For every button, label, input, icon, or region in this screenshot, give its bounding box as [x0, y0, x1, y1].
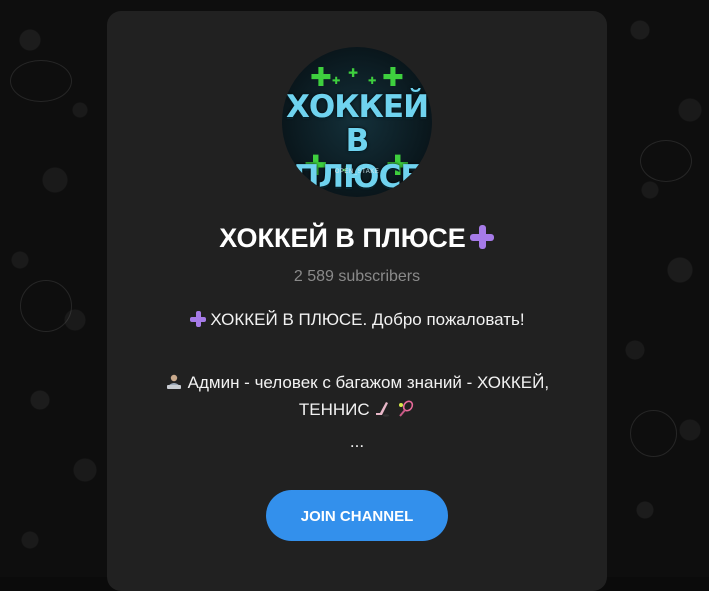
- avatar-title-line1: ХОККЕЙ: [285, 89, 429, 125]
- purple-plus-icon: [189, 310, 207, 328]
- wallpaper-doodle: [20, 280, 72, 332]
- avatar-caption: OPEN_STAKE: [334, 169, 380, 175]
- purple-plus-icon: [469, 224, 495, 250]
- wallpaper-doodle: [10, 60, 72, 102]
- tennis-racket-icon: [399, 400, 414, 417]
- wallpaper-doodle: [630, 410, 677, 457]
- green-plus-icon: ✚: [348, 66, 359, 80]
- description-line: ХОККЕЙ В ПЛЮСЕ. Добро пожаловать!: [127, 310, 587, 330]
- subscriber-count: 2 589 subscribers: [293, 268, 421, 285]
- green-plus-icon: ✚: [310, 63, 332, 93]
- green-plus-icon: ✚: [368, 76, 377, 87]
- description-text: ХОККЕЙ В ПЛЮСЕ. Добро пожаловать!: [210, 310, 525, 329]
- avatar-title-line2: В ПЛЮСЕ: [293, 123, 421, 195]
- description-more: ...: [349, 432, 365, 451]
- description-text: Админ - человек с багажом знаний - ХОККЕ…: [187, 373, 550, 392]
- description-line: Админ - человек с багажом знаний - ХОККЕ…: [127, 373, 587, 393]
- join-channel-button[interactable]: JOIN CHANNEL: [266, 490, 448, 541]
- channel-avatar[interactable]: ✚ ✚ ✚ ✚ ✚ ✚ ✚ ✚ ХОККЕЙ В ПЛЮСЕ OPEN_STAK…: [282, 47, 432, 197]
- green-plus-icon: ✚: [332, 76, 341, 87]
- channel-title: ХОККЕЙ В ПЛЮСЕ: [219, 223, 466, 253]
- hockey-stick-icon: [376, 402, 390, 417]
- description-line: ТЕННИС: [127, 400, 587, 420]
- person-at-laptop-icon: [166, 374, 181, 389]
- wallpaper-doodle: [640, 140, 692, 182]
- description-text: ТЕННИС: [298, 400, 370, 419]
- channel-preview-card: ✚ ✚ ✚ ✚ ✚ ✚ ✚ ✚ ХОККЕЙ В ПЛЮСЕ OPEN_STAK…: [107, 11, 607, 591]
- channel-title-row: ХОККЕЙ В ПЛЮСЕ: [107, 223, 607, 254]
- green-plus-icon: ✚: [382, 63, 404, 93]
